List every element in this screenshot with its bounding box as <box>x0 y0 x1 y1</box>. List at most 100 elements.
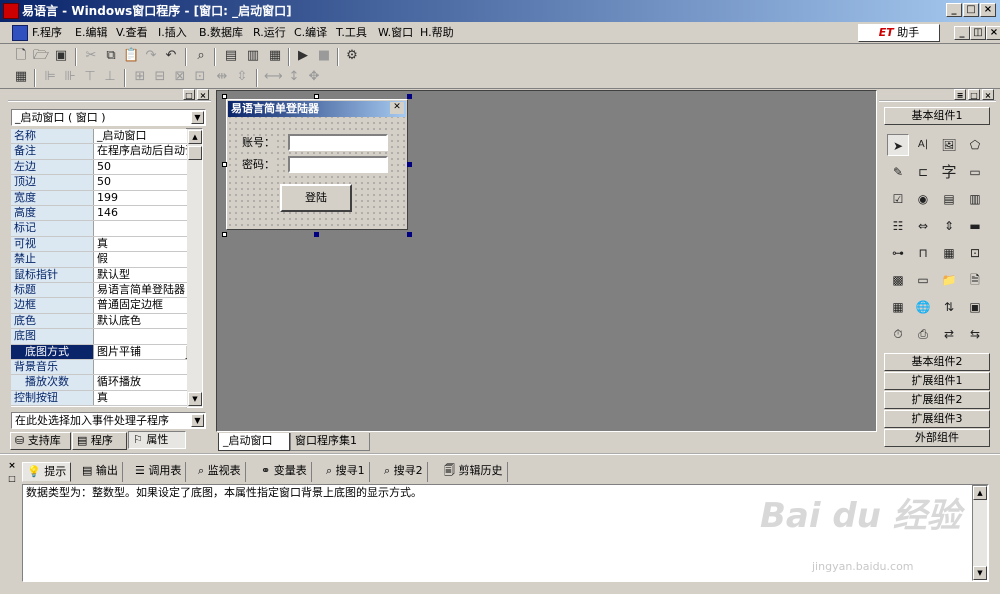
calendar-icon[interactable]: ▦ <box>938 242 960 264</box>
scroll-down-icon[interactable]: ▼ <box>188 392 202 406</box>
property-value[interactable]: 默认型 <box>95 268 187 282</box>
run-icon[interactable]: ▶ <box>295 48 311 64</box>
property-value[interactable]: _启动窗口 <box>95 129 187 143</box>
resize-handle[interactable] <box>222 94 227 99</box>
property-row[interactable]: 高度 146 <box>11 206 187 222</box>
data-source-icon[interactable]: ⇄ <box>938 323 960 345</box>
pointer-icon[interactable]: ➤ <box>887 134 909 156</box>
compile-icon[interactable]: ⚙ <box>344 48 360 64</box>
space-horizontal-icon[interactable]: ⊡ <box>192 69 208 85</box>
horizontal-scrollbar-icon[interactable]: ⇔ <box>912 215 934 237</box>
tab-clip-history[interactable]: 🗐 剪辑历史 <box>440 462 508 482</box>
resize-handle[interactable] <box>314 94 319 99</box>
property-value[interactable]: 真 <box>95 237 187 251</box>
layout-bottom-icon[interactable]: ▥ <box>245 48 261 64</box>
align-top-icon[interactable]: ⊤ <box>82 69 98 85</box>
label-component-icon[interactable]: A| <box>912 134 934 156</box>
listbox-icon[interactable]: ▥ <box>964 188 986 210</box>
password-field[interactable] <box>288 156 388 173</box>
tab-start-window[interactable]: _启动窗口 <box>218 433 290 451</box>
align-left-icon[interactable]: ⊫ <box>42 69 58 85</box>
property-row[interactable]: 背景音乐 <box>11 360 187 376</box>
tab-variables[interactable]: ⚭ 变量表 <box>257 462 312 482</box>
tab-call-stack[interactable]: ☰ 调用表 <box>131 462 187 482</box>
menu-program[interactable]: F.程序 <box>30 25 64 41</box>
same-height-icon[interactable]: ⊟ <box>152 69 168 85</box>
stop-icon[interactable]: ■ <box>316 48 332 64</box>
space-even-icon[interactable]: ⇳ <box>234 69 250 85</box>
tab-output[interactable]: ▤ 输出 <box>78 462 123 482</box>
scroll-down-icon[interactable]: ▼ <box>973 566 987 580</box>
printer-icon[interactable]: ⎙ <box>912 323 934 345</box>
property-value[interactable] <box>95 360 187 374</box>
property-value[interactable]: 真 <box>95 391 187 405</box>
hint-output-box[interactable]: 数据类型为：整数型。如果设定了底图，本属性指定窗口背景上底图的显示方式。 <box>22 484 989 582</box>
save-icon[interactable]: ▣ <box>53 48 69 64</box>
edit-box-icon[interactable]: ▭ <box>964 161 986 183</box>
panel-close-icon[interactable]: × <box>6 461 18 473</box>
document-icon[interactable] <box>12 25 28 41</box>
center-horizontal-icon[interactable]: ⟷ <box>264 69 283 85</box>
panel-list-icon[interactable]: ≡ <box>954 89 966 100</box>
tab-properties[interactable]: ⚐ 属性 <box>128 431 186 449</box>
center-vertical-icon[interactable]: ↕ <box>286 69 302 85</box>
find-icon[interactable]: ⌕ <box>193 48 209 64</box>
group-extended-3[interactable]: 扩展组件3 <box>884 410 990 428</box>
property-row[interactable]: 备注 在程序启动后自动调 <box>11 144 187 160</box>
group-basic-1[interactable]: 基本组件1 <box>884 107 990 125</box>
layout-left-icon[interactable]: ▤ <box>223 48 239 64</box>
panel-close-icon[interactable]: × <box>197 89 209 100</box>
tab-program[interactable]: ▤ 程序 <box>72 432 127 450</box>
date-picker-icon[interactable]: ▩ <box>887 269 909 291</box>
scroll-thumb[interactable] <box>188 146 202 160</box>
paste-icon[interactable]: 📋 <box>123 48 139 64</box>
property-row[interactable]: 标记 <box>11 221 187 237</box>
mdi-close-button[interactable]: × <box>986 26 1000 40</box>
property-row[interactable]: 播放次数 循环播放 <box>11 375 187 391</box>
property-row[interactable]: 可视真 <box>11 236 187 253</box>
resize-handle[interactable] <box>407 232 412 237</box>
property-row[interactable]: 控制按钮真 <box>11 390 187 407</box>
space-vertical-icon[interactable]: ⇹ <box>214 69 230 85</box>
resize-handle[interactable] <box>222 232 227 237</box>
network-icon[interactable]: ⇆ <box>964 323 986 345</box>
property-row[interactable]: 禁止假 <box>11 252 187 268</box>
property-value[interactable]: 在程序启动后自动调 <box>95 144 187 158</box>
property-value[interactable]: 146 <box>95 206 187 220</box>
property-row[interactable]: 顶边 50 <box>11 175 187 191</box>
tab-search-2[interactable]: ⌕ 搜寻2 <box>380 462 428 482</box>
menu-tools[interactable]: T.工具 <box>334 25 369 41</box>
align-bottom-icon[interactable]: ⊥ <box>102 69 118 85</box>
menu-view[interactable]: V.查看 <box>114 25 150 41</box>
group-box-icon[interactable]: ⊏ <box>912 161 934 183</box>
select-listbox-icon[interactable]: ☷ <box>887 215 909 237</box>
text-label-icon[interactable]: 字 <box>938 161 960 183</box>
resize-handle[interactable] <box>407 94 412 99</box>
drawing-board-icon[interactable]: ✎ <box>887 161 909 183</box>
adjuster-icon[interactable]: ⇅ <box>938 296 960 318</box>
et-helper-button[interactable]: ET 助手 <box>858 24 940 42</box>
panel-restore-icon[interactable]: □ <box>183 89 195 100</box>
minimize-button[interactable]: _ <box>946 3 962 17</box>
cut-icon[interactable]: ✂ <box>83 48 99 64</box>
property-value[interactable]: 易语言简单登陆器 <box>95 283 187 297</box>
group-external[interactable]: 外部组件 <box>884 429 990 447</box>
document-icon[interactable]: 🗎 <box>964 269 986 291</box>
property-row[interactable]: 底图 <box>11 329 187 345</box>
mdi-restore-button[interactable]: ◫ <box>970 26 986 40</box>
scroll-up-icon[interactable]: ▲ <box>188 130 202 144</box>
new-file-icon[interactable]: 🗋 <box>13 48 29 64</box>
property-value[interactable]: 假 <box>95 252 187 266</box>
property-row[interactable]: 底色 默认底色 <box>11 313 187 330</box>
property-value[interactable] <box>95 329 187 343</box>
panel-restore-icon[interactable]: □ <box>968 89 980 100</box>
chevron-down-icon[interactable]: ▼ <box>191 111 204 124</box>
tab-search-1[interactable]: ⌕ 搜寻1 <box>322 462 370 482</box>
property-value[interactable]: 50 <box>95 175 187 189</box>
common-dialog-icon[interactable]: ▣ <box>964 296 986 318</box>
object-selector[interactable]: _启动窗口 ( 窗口 ) ▼ <box>11 109 206 126</box>
property-row[interactable]: 左边 50 <box>11 159 187 176</box>
align-center-icon[interactable]: ⊪ <box>62 69 78 85</box>
group-basic-2[interactable]: 基本组件2 <box>884 353 990 371</box>
property-row[interactable]: 名称 _启动窗口 <box>11 129 187 145</box>
